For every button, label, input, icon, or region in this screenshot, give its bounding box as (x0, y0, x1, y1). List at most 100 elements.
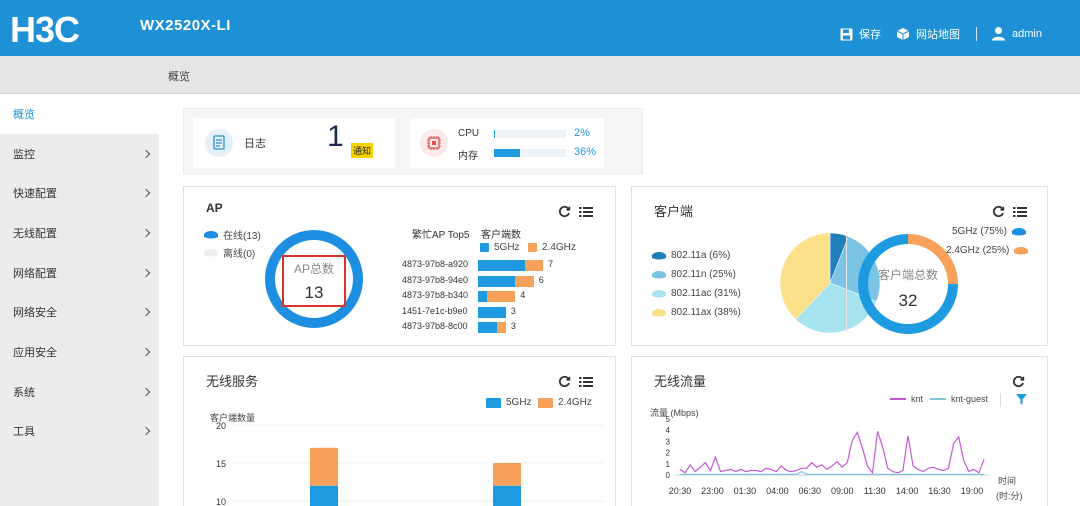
sidebar-item-overview[interactable]: 概览 (0, 94, 159, 134)
memory-bar (494, 149, 566, 157)
notice-badge: 通知 (351, 143, 374, 158)
sidebar-item-label: 无线配置 (13, 227, 57, 240)
sitemap-label: 网站地图 (916, 29, 960, 41)
log-icon (205, 129, 233, 157)
save-button[interactable]: 保存 (840, 26, 881, 42)
user-icon (992, 27, 1005, 41)
top5-bar-24g (496, 322, 506, 333)
client-24g-icon (1014, 246, 1029, 254)
chevron-right-icon (141, 228, 151, 238)
breadcrumb: 概览 (168, 71, 190, 83)
wifi-mode-icon (652, 251, 666, 259)
sidebar-item-wireless-config[interactable]: 无线配置 (0, 213, 159, 253)
save-icon (840, 28, 853, 40)
top5-value: 6 (538, 274, 544, 285)
mode-legend-item: 802.11a (6%) (652, 250, 730, 261)
refresh-icon[interactable] (992, 205, 1005, 218)
top5-row: 4873-97b8-8c00 3 (184, 321, 604, 333)
svg-text:H3C: H3C (10, 12, 80, 46)
top5-value: 7 (548, 259, 554, 269)
legend-band-24g: 2.4GHz (25%) (946, 245, 1029, 256)
ap-panel-tools (558, 205, 593, 218)
traffic-x-tick: 11:30 (864, 486, 886, 496)
list-icon[interactable] (579, 206, 593, 218)
mode-legend-label: 802.11ac (31%) (671, 288, 741, 299)
top5-ap-name: 4873-97b8-a920 (402, 259, 469, 269)
sidebar-item-quick-config[interactable]: 快速配置 (0, 173, 159, 213)
main-content: 日志 1 通知 CPU 2% 内存 36% AP 在线(13) 离线(0) AP… (159, 94, 1080, 506)
traffic-x-tick: 01:30 (734, 486, 757, 496)
cpu-card[interactable]: CPU 2% 内存 36% (410, 118, 604, 168)
log-card[interactable]: 日志 1 通知 (193, 118, 395, 168)
sidebar-item-network-config[interactable]: 网络配置 (0, 253, 159, 293)
mode-legend-item: 802.11n (25%) (652, 269, 736, 280)
client-panel-title: 客户端 (654, 204, 694, 219)
top5-value: 4 (520, 290, 526, 300)
sidebar-item-system[interactable]: 系统 (0, 372, 159, 412)
client-5g-icon (1012, 227, 1027, 235)
top5-ap-name: 4873-97b8-b340 (402, 290, 469, 300)
chevron-right-icon (141, 427, 151, 436)
username: admin (1012, 27, 1042, 40)
sidebar-item-label: 应用安全 (13, 346, 57, 359)
traffic-line-chart: 5 4 3 2 1 0 20:30 23:00 01:30 04:00 06:30 09:00 11:3… (666, 415, 988, 496)
sidebar-item-network-security[interactable]: 网络安全 (0, 292, 159, 332)
legend-offline: 离线(0) (204, 245, 255, 260)
traffic-line-knt (679, 430, 985, 475)
traffic-x-tick: 23:00 (701, 486, 724, 496)
traffic-y-tick: 4 (666, 426, 671, 435)
client-total-label: 客户端总数 (877, 268, 938, 282)
sidebar-item-label: 网络安全 (13, 307, 57, 320)
traffic-x-tick: 19:00 (961, 486, 984, 496)
header-divider (976, 27, 977, 41)
list-icon[interactable] (1013, 206, 1027, 218)
sidebar: 概览 监控 快速配置 无线配置 网络配置 网络安全 应用安全 系统 工具 (0, 94, 159, 506)
top5-ap-name: 4873-97b8-94e0 (402, 274, 469, 285)
traffic-line-knt-guest (680, 470, 984, 476)
client-panel: 客户端 802.11a (6%) 802.11n (25%) 802.11ac (3… (631, 186, 1048, 346)
traffic-y-tick: 1 (666, 460, 671, 469)
sidebar-item-label: 工具 (13, 426, 35, 439)
cube-icon (896, 28, 910, 40)
clients-title: 客户端数 (481, 230, 521, 241)
chevron-right-icon (141, 387, 151, 396)
service-bar-5g (310, 485, 338, 506)
wifi-mode-icon (652, 270, 666, 278)
traffic-y-tick: 2 (666, 449, 671, 458)
sidebar-item-tools[interactable]: 工具 (0, 412, 159, 452)
sidebar-item-label: 监控 (13, 148, 35, 161)
top5-title: 繁忙AP Top5 (412, 230, 470, 241)
wifi-mode-icon (652, 308, 666, 316)
legend-band-5g: 5GHz (75%) (952, 226, 1027, 237)
traffic-x-tick: 06:30 (799, 486, 822, 496)
chevron-right-icon (141, 188, 151, 198)
service-y-tick: 20 (216, 421, 226, 431)
client-total-value: 32 (898, 291, 918, 310)
cpu-bar-fill (494, 130, 496, 138)
save-label: 保存 (859, 29, 881, 41)
service-y-tick: 10 (216, 497, 226, 506)
wifi-mode-icon (652, 289, 666, 297)
mode-legend-label: 802.11n (25%) (671, 269, 736, 280)
chevron-right-icon (141, 308, 151, 317)
traffic-x-tick: 20:30 (669, 486, 692, 496)
traffic-x-tick: 09:00 (831, 486, 854, 496)
traffic-y-tick: 3 (666, 437, 671, 446)
top5-bar-5g (478, 260, 525, 271)
sitemap-button[interactable]: 网站地图 (896, 26, 960, 42)
legend-swatch (528, 243, 537, 252)
service-bar-5g (493, 485, 521, 506)
top-header: H3C WX2520X-LI 保存 网站地图 admin (0, 0, 1080, 56)
ap-panel: AP 在线(13) 离线(0) AP总数 13 繁忙AP Top5 客户端数 5… (183, 186, 616, 346)
user-menu[interactable]: admin (991, 26, 1042, 41)
chevron-right-icon (141, 268, 151, 277)
top5-bar-5g (478, 275, 516, 287)
sidebar-item-monitor[interactable]: 监控 (0, 134, 159, 174)
chip-icon (420, 129, 448, 157)
traffic-y-tick: 0 (666, 471, 671, 480)
top5-row: 4873-97b8-a920 7 (184, 259, 604, 271)
refresh-icon[interactable] (558, 205, 571, 218)
memory-value: 36% (574, 146, 597, 158)
memory-label: 内存 (458, 151, 478, 162)
sidebar-item-app-security[interactable]: 应用安全 (0, 332, 159, 372)
